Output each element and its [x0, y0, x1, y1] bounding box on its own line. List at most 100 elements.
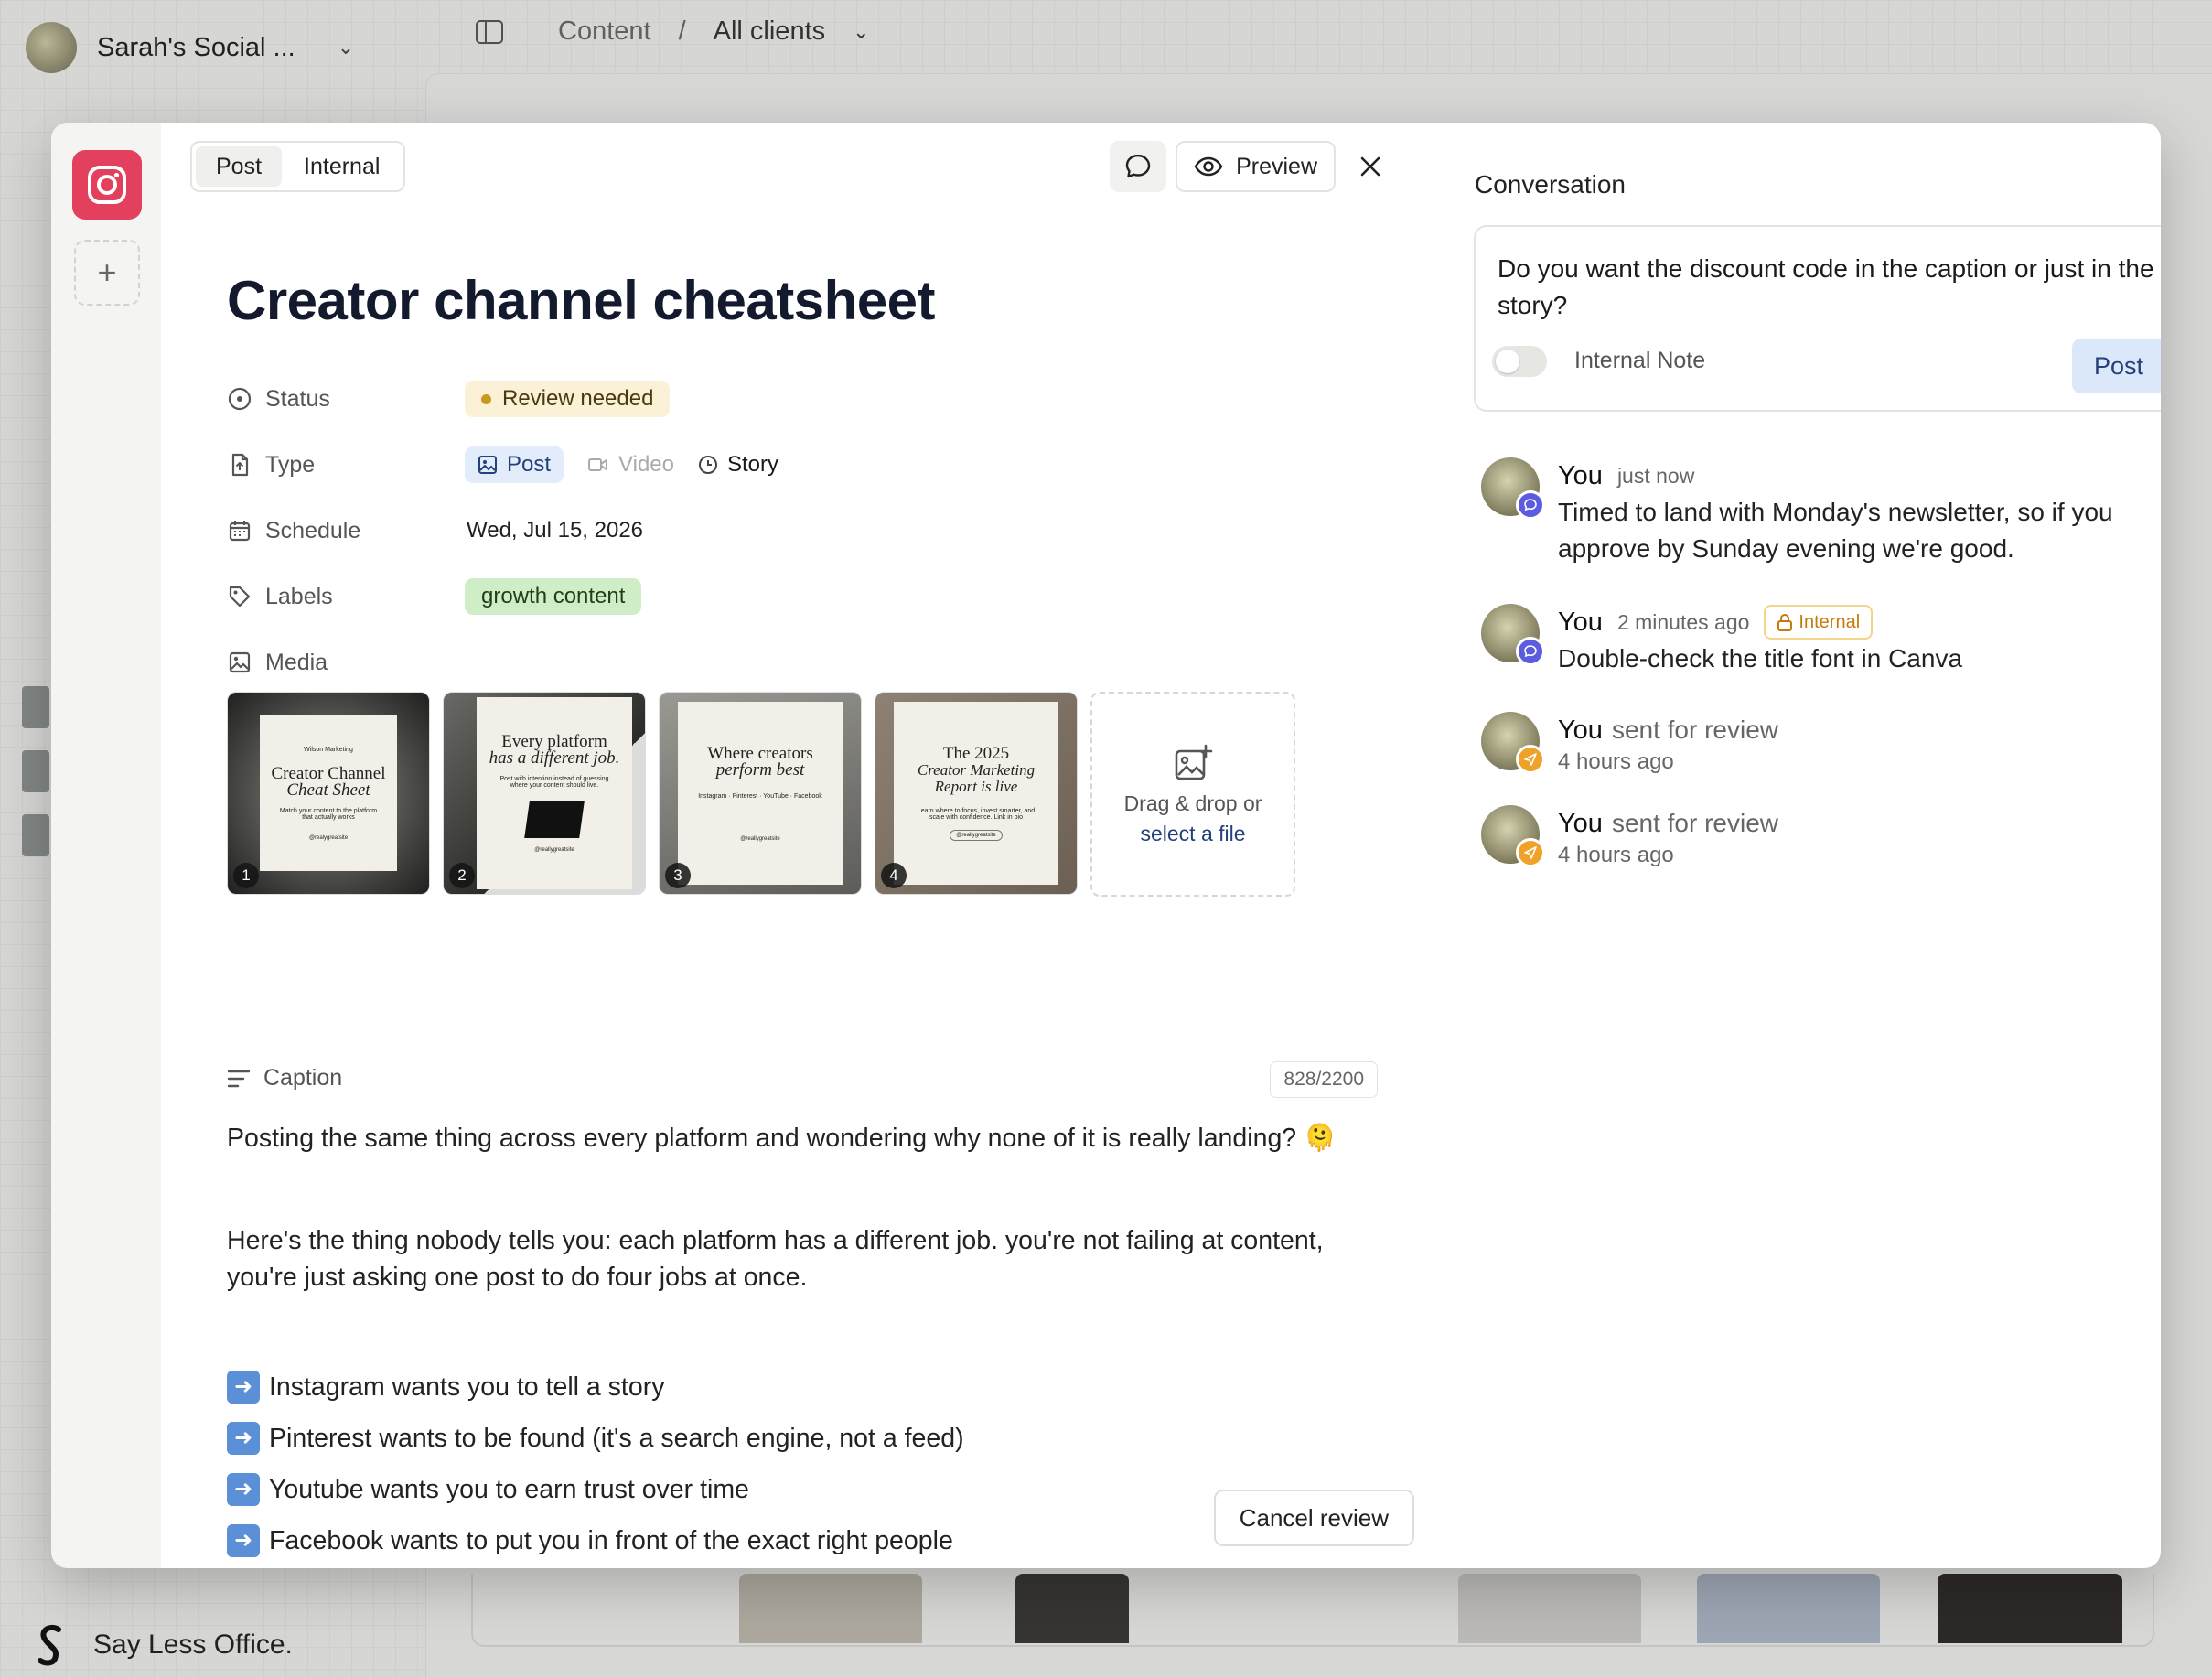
message-author: You [1558, 608, 1603, 637]
conversation-message: You 2 minutes ago Internal Double-check … [1481, 604, 2161, 677]
post-comment-button[interactable]: Post [2071, 339, 2161, 393]
comment-input[interactable]: Do you want the discount code in the cap… [1498, 251, 2161, 324]
message-author: You [1558, 809, 1603, 838]
eye-icon [1194, 156, 1223, 177]
caption-editor[interactable]: Posting the same thing across every plat… [227, 1120, 1370, 1566]
preview-button[interactable]: Preview [1176, 141, 1336, 192]
conversation-event: You sent for review 4 hours ago [1481, 712, 2161, 776]
message-author: You [1558, 461, 1603, 490]
caption-bullet: ➜ Youtube wants you to earn trust over ti… [227, 1464, 1370, 1515]
internal-badge: Internal [1764, 605, 1874, 640]
message-text: Double-check the title font in Canva [1558, 644, 1963, 672]
cancel-review-button[interactable]: Cancel review [1213, 1490, 1414, 1546]
type-selector: Post Video Story [465, 446, 778, 483]
dropzone-text: Drag & drop or [1123, 791, 1262, 815]
caption-character-count: 828/2200 [1270, 1061, 1378, 1098]
media-index: 2 [449, 863, 475, 888]
conversation-title: Conversation [1475, 170, 1626, 199]
avatar [1481, 457, 1545, 520]
status-circle-icon [228, 387, 252, 411]
message-time: 2 minutes ago [1616, 610, 1750, 634]
caption-paragraph: Here's the thing nobody tells you: each … [227, 1226, 1324, 1292]
select-file-link[interactable]: select a file [1140, 822, 1245, 846]
status-badge[interactable]: Review needed [465, 381, 671, 417]
plus-icon: + [97, 253, 117, 291]
avatar [1481, 805, 1545, 867]
avatar [1481, 712, 1545, 774]
media-thumbnail[interactable]: Wilson Marketing Creator Channel Cheat S… [227, 692, 430, 895]
schedule-date-picker[interactable]: Wed, Jul 15, 2026 [465, 518, 643, 543]
right-arrow-icon: ➜ [227, 1422, 260, 1455]
media-thumbnail[interactable]: The 2025 Creator Marketing Report is liv… [875, 692, 1078, 895]
message-time: 4 hours ago [1558, 749, 1674, 774]
conversation-message: You just now Timed to land with Monday's… [1481, 457, 2161, 567]
add-image-icon [1175, 744, 1213, 780]
media-index: 3 [665, 863, 691, 888]
event-action: sent for review [1611, 715, 1779, 744]
close-icon [1360, 156, 1380, 177]
media-thumbnail[interactable]: Where creators perform best Instagram · … [659, 692, 862, 895]
tab-internal[interactable]: Internal [284, 146, 400, 187]
caption-bullet: ➜ Instagram wants you to tell a story [227, 1361, 1370, 1413]
add-channel-button[interactable]: + [74, 240, 140, 306]
caption-paragraph: Posting the same thing across every plat… [227, 1124, 1337, 1153]
message-author: You [1558, 715, 1603, 745]
message-time: 4 hours ago [1558, 843, 1674, 867]
right-arrow-icon: ➜ [227, 1524, 260, 1557]
media-gallery: Wilson Marketing Creator Channel Cheat S… [227, 692, 1295, 897]
right-arrow-icon: ➜ [227, 1473, 260, 1506]
caption-header: Caption [227, 1065, 342, 1092]
comment-composer: Do you want the discount code in the cap… [1474, 225, 2161, 412]
header-actions: Preview [1110, 141, 1396, 192]
status-dot-icon [481, 393, 491, 404]
media-index: 4 [881, 863, 907, 888]
schedule-label: Schedule [265, 517, 361, 543]
comments-button[interactable] [1110, 141, 1167, 192]
comment-icon [1516, 637, 1545, 666]
caption-label: Caption [263, 1065, 343, 1091]
post-editor: Post Internal Preview Creator channel ch… [161, 123, 1444, 1568]
internal-note-label: Internal Note [1574, 348, 1706, 373]
right-arrow-icon: ➜ [227, 1371, 260, 1404]
post-title[interactable]: Creator channel cheatsheet [227, 269, 935, 332]
laptop-graphic [524, 801, 585, 838]
tab-post[interactable]: Post [196, 146, 283, 187]
type-option-video[interactable]: Video [587, 452, 674, 478]
status-label: Status [265, 385, 330, 412]
media-row-label: Media [227, 642, 465, 683]
status-value: Review needed [502, 386, 654, 411]
lock-icon [1777, 614, 1793, 631]
avatar [1481, 604, 1545, 666]
type-option-story[interactable]: Story [698, 452, 778, 478]
tag-icon [229, 586, 251, 608]
internal-note-toggle[interactable] [1492, 346, 1547, 377]
labels-row: Labels growth content [227, 576, 642, 617]
labels-label: Labels [265, 583, 333, 609]
label-chip[interactable]: growth content [465, 578, 642, 615]
event-action: sent for review [1611, 809, 1779, 837]
status-row: Status Review needed [227, 379, 671, 419]
post-editor-modal: + Post Internal Preview Creator channel … [51, 123, 2161, 1568]
channel-rail: + [51, 123, 161, 1568]
message-time: just now [1616, 464, 1695, 488]
send-icon [1516, 745, 1545, 774]
document-icon [231, 453, 249, 477]
chat-bubble-icon [1125, 154, 1151, 178]
instagram-channel-button[interactable] [72, 150, 142, 220]
type-option-post[interactable]: Post [465, 446, 564, 483]
media-index: 1 [233, 863, 259, 888]
caption-bullet: ➜ Pinterest wants to be found (it's a sea… [227, 1413, 1370, 1464]
media-dropzone[interactable]: Drag & drop or select a file [1090, 692, 1295, 897]
instagram-icon [88, 166, 126, 204]
text-lines-icon [227, 1070, 251, 1087]
conversation-event: You sent for review 4 hours ago [1481, 805, 2161, 869]
image-icon [478, 456, 497, 474]
schedule-row: Schedule Wed, Jul 15, 2026 [227, 511, 643, 551]
media-thumbnail[interactable]: Every platform has a different job. Post… [443, 692, 646, 895]
calendar-icon [229, 521, 251, 542]
type-row: Type Post Video Story [227, 445, 778, 485]
close-button[interactable] [1345, 141, 1396, 192]
image-icon [229, 651, 251, 673]
editor-tabs: Post Internal [190, 141, 406, 192]
comment-icon [1516, 490, 1545, 520]
